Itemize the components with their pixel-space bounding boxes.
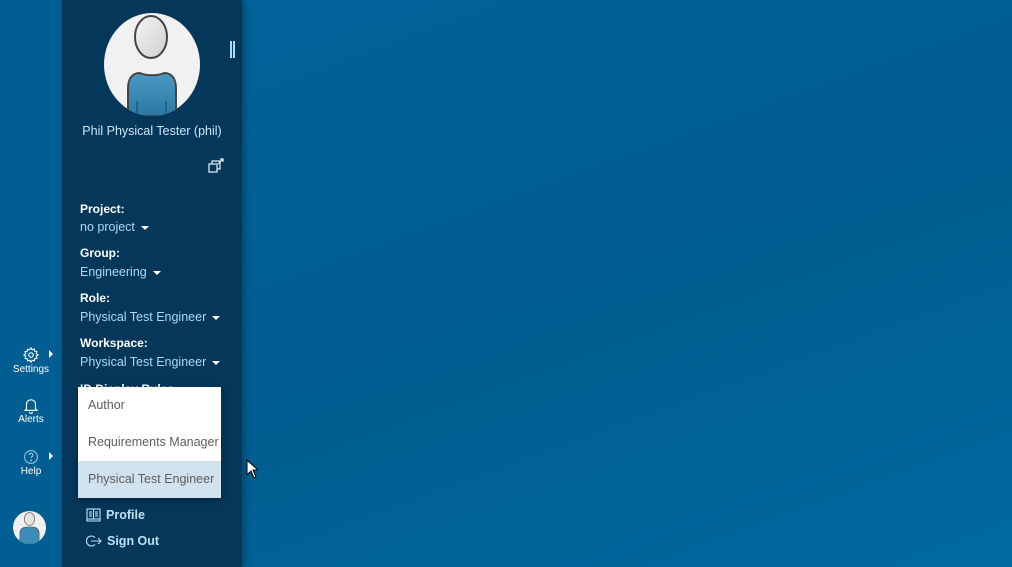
id-display-rules-label: ID Display Rules xyxy=(80,379,174,387)
project-selector[interactable]: no project xyxy=(80,220,149,234)
profile-avatar xyxy=(104,13,200,116)
external-window-icon xyxy=(208,158,224,173)
bell-icon xyxy=(23,399,39,414)
workspace-selector[interactable]: Physical Test Engineer xyxy=(80,355,221,369)
profile-link[interactable]: Profile xyxy=(86,508,145,522)
sign-out-link[interactable]: Sign Out xyxy=(86,534,159,548)
workspace-dropdown-menu: Author Requirements Manager Physical Tes… xyxy=(78,387,221,498)
help-icon xyxy=(24,450,38,464)
popout-button[interactable] xyxy=(207,157,225,175)
rail-item-label: Settings xyxy=(12,364,50,375)
dropdown-option-author[interactable]: Author xyxy=(78,387,221,424)
rail-item-label: Help xyxy=(20,466,42,477)
sign-out-link-label: Sign Out xyxy=(107,534,160,548)
user-name: Phil Physical Tester (phil) xyxy=(82,124,222,138)
chevron-down-icon xyxy=(152,270,161,275)
user-avatar-button[interactable] xyxy=(13,511,46,544)
project-label: Project: xyxy=(80,202,125,216)
panel-resize-handle[interactable] xyxy=(230,41,236,59)
chevron-down-icon xyxy=(212,315,221,320)
rail-item-label: Alerts xyxy=(18,414,44,425)
group-selector[interactable]: Engineering xyxy=(80,265,161,279)
workspace-value: Physical Test Engineer xyxy=(80,355,207,369)
user-avatar-icon xyxy=(19,512,40,544)
sign-out-icon xyxy=(86,535,102,547)
project-value: no project xyxy=(80,220,135,234)
group-label: Group: xyxy=(80,246,120,260)
group-value: Engineering xyxy=(80,265,147,279)
user-avatar-icon xyxy=(127,15,177,116)
dropdown-option-physical-test-engineer[interactable]: Physical Test Engineer xyxy=(78,461,221,498)
mouse-cursor-icon xyxy=(246,459,258,479)
rail-item-help[interactable]: Help xyxy=(0,448,62,477)
chevron-down-icon xyxy=(212,360,221,365)
profile-link-label: Profile xyxy=(106,508,145,522)
submenu-caret-icon xyxy=(49,350,53,358)
role-selector[interactable]: Physical Test Engineer xyxy=(80,310,221,324)
dropdown-option-requirements-manager[interactable]: Requirements Manager xyxy=(78,424,221,461)
workspace-label: Workspace: xyxy=(80,336,148,350)
submenu-caret-icon xyxy=(49,452,53,460)
rail-item-settings[interactable]: Settings xyxy=(0,346,62,375)
role-value: Physical Test Engineer xyxy=(80,310,207,324)
chevron-down-icon xyxy=(140,225,149,230)
rail-item-alerts[interactable]: Alerts xyxy=(0,396,62,425)
nav-rail: Settings Alerts Help xyxy=(0,0,62,567)
gear-icon xyxy=(22,346,40,364)
profile-card-icon xyxy=(86,508,101,522)
role-label: Role: xyxy=(80,291,110,305)
